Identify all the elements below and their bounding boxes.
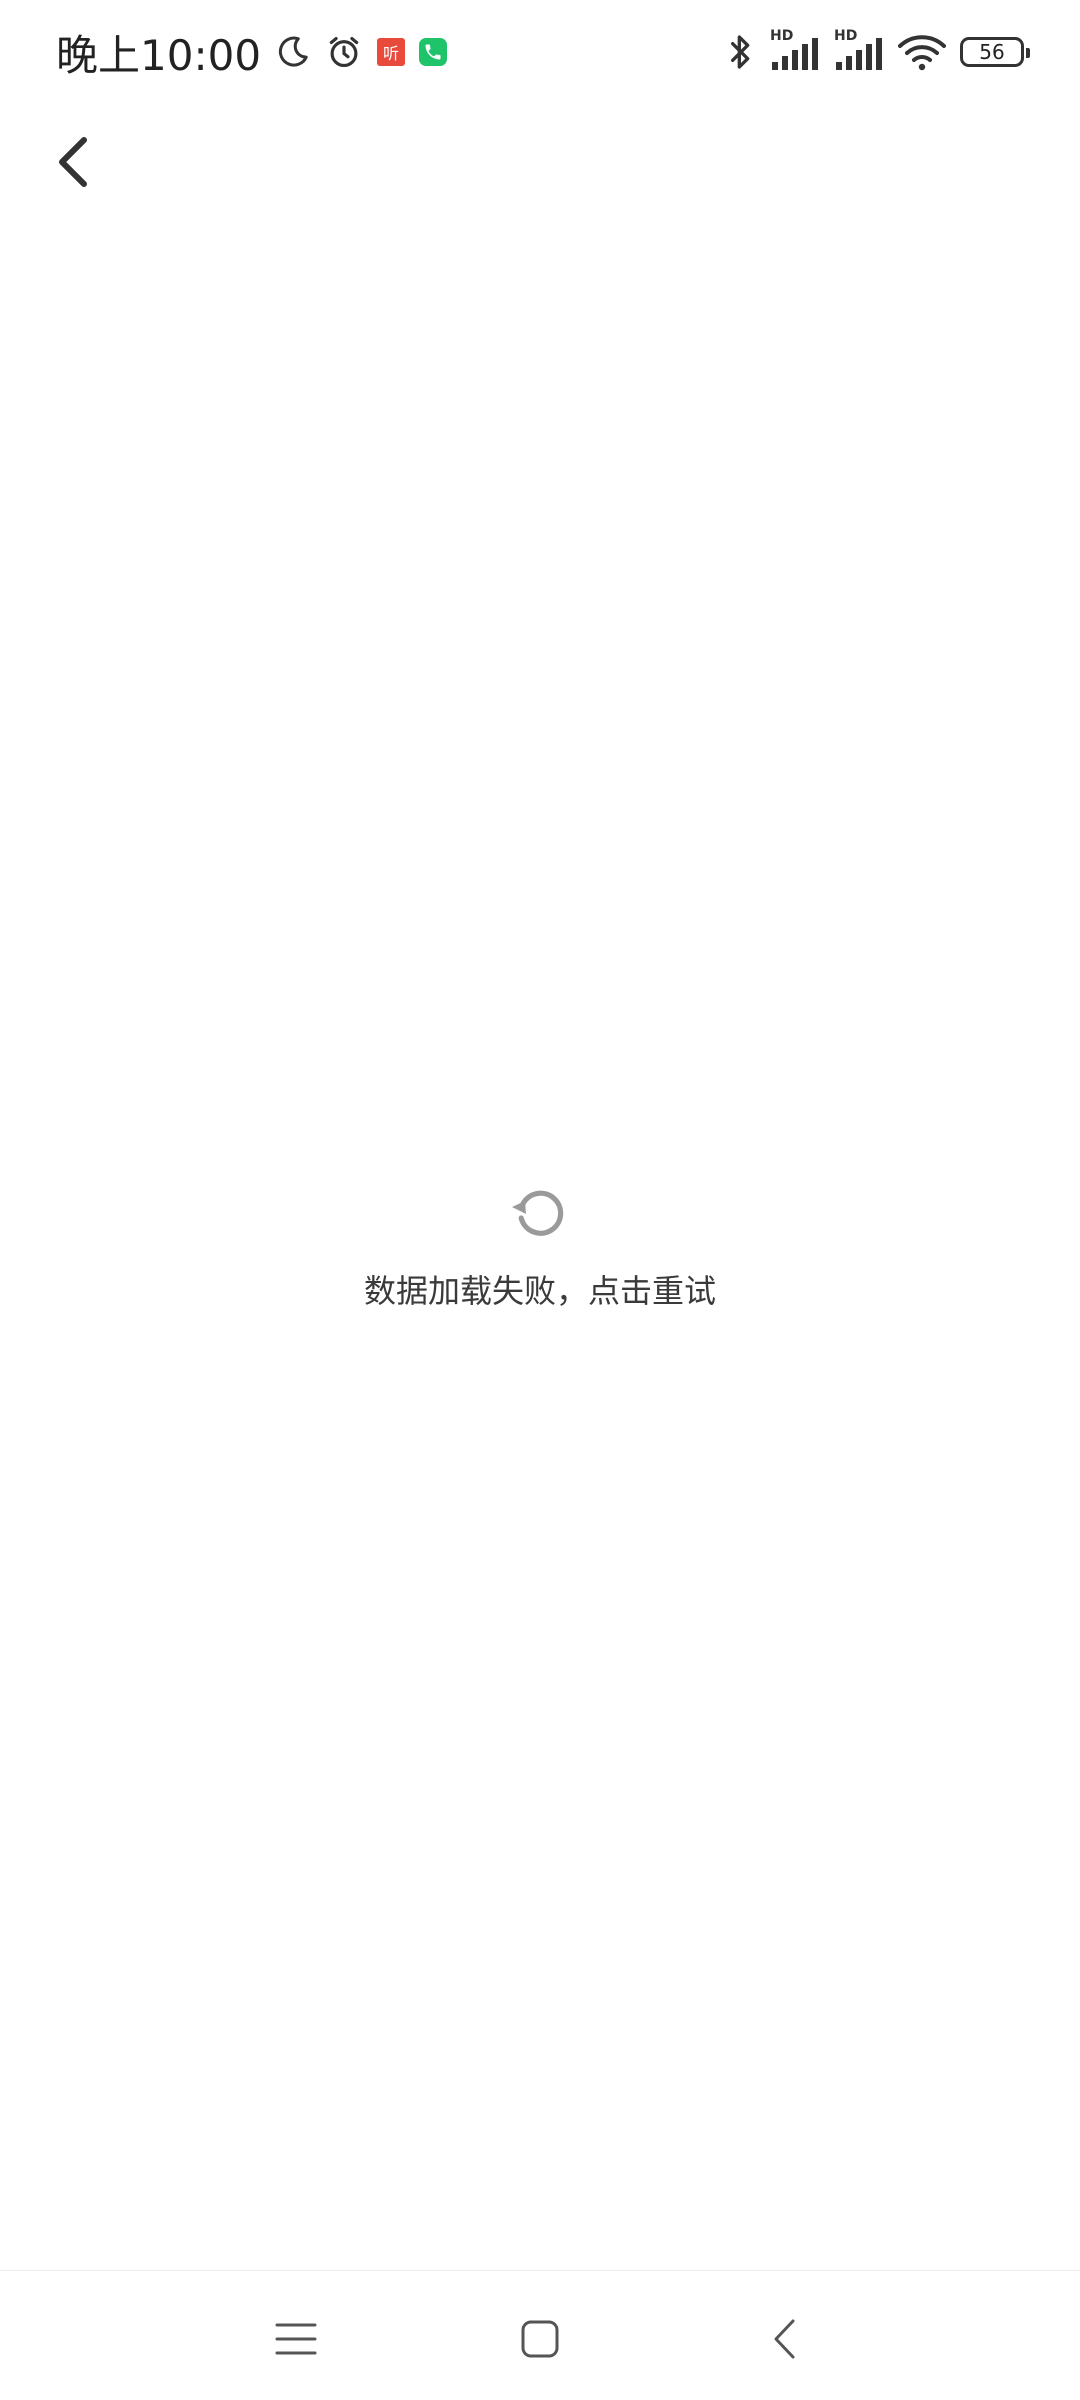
home-button[interactable]: [500, 2299, 580, 2379]
signal-hd-2-icon: HD: [834, 28, 884, 72]
battery-indicator: 56: [960, 37, 1030, 67]
system-back-button[interactable]: [744, 2299, 824, 2379]
error-message: 数据加载失败，点击重试: [363, 1272, 716, 1310]
battery-level: 56: [979, 40, 1005, 64]
status-right: HD HD 56: [726, 28, 1030, 72]
chevron-left-icon: [59, 137, 87, 187]
chevron-left-nav-icon: [774, 2319, 795, 2359]
alarm-clock-icon: [325, 33, 363, 71]
screen: 晚上10:00 听 HD HD 56 数据加载失败，点击重试: [0, 0, 1080, 2400]
moon-icon: [275, 34, 311, 70]
hd-label-1: HD: [770, 28, 794, 44]
status-bar: 晚上10:00 听 HD HD 56: [0, 0, 1080, 104]
notification-app-icon: 听: [377, 38, 406, 66]
wifi-icon: [898, 33, 946, 71]
notification-app-label: 听: [383, 44, 400, 63]
load-error-retry[interactable]: 数据加载失败，点击重试: [0, 1180, 1080, 1312]
bluetooth-icon: [726, 32, 756, 72]
hd-label-2: HD: [834, 28, 858, 44]
signal-hd-1-icon: HD: [770, 28, 820, 72]
navigation-bar: [0, 2270, 1080, 2400]
refresh-icon: [508, 1180, 572, 1244]
status-left: 晚上10:00 听: [56, 22, 448, 83]
phone-notification-icon: [419, 38, 448, 66]
menu-icon: [275, 2323, 317, 2355]
back-button[interactable]: [36, 126, 108, 198]
recent-apps-button[interactable]: [256, 2299, 336, 2379]
home-square-icon: [521, 2320, 559, 2358]
header: [0, 104, 1080, 216]
status-time: 晚上10:00: [56, 30, 262, 80]
